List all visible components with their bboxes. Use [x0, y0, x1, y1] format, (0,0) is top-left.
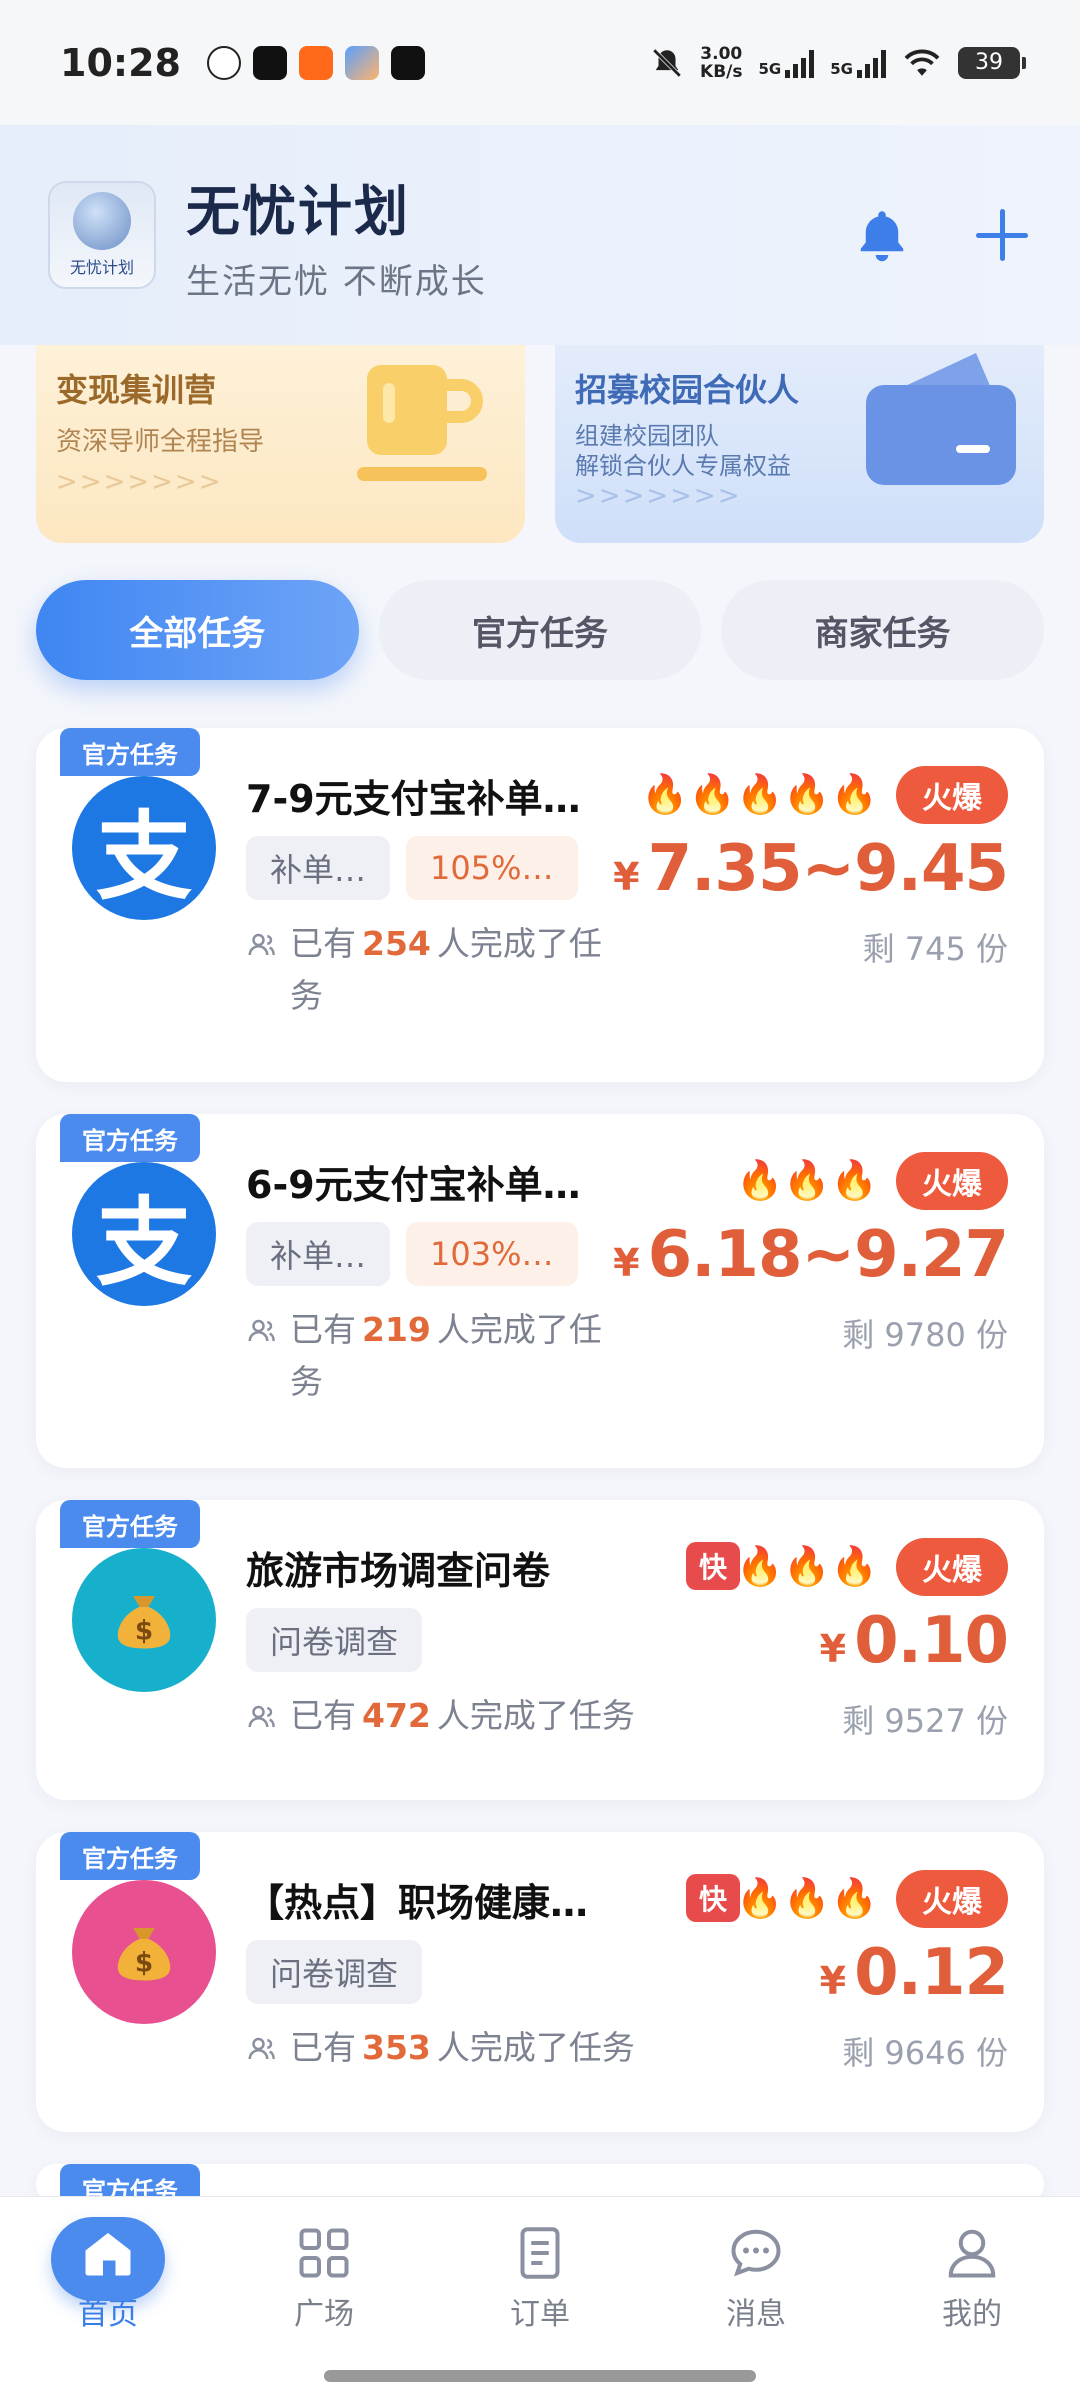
task-chip: 补单… [246, 836, 391, 900]
app-subtitle: 生活无忧 不断成长 [186, 262, 487, 302]
price: ¥0.12 [819, 1936, 1009, 2010]
tiktok-icon [252, 45, 287, 80]
flame-rating: 🔥🔥🔥 [736, 1158, 878, 1202]
flame-rating: 🔥🔥🔥 [736, 1876, 878, 1920]
users-icon [248, 933, 275, 956]
signal-2: 5G [830, 48, 886, 78]
completion-info: 已有 353 人完成了任务 [246, 2022, 635, 2074]
money-bag-avatar: $ [72, 1548, 216, 1692]
gesture-bar[interactable] [324, 2370, 756, 2382]
user-icon [948, 2229, 996, 2278]
grid-icon [299, 2228, 349, 2278]
app-icon [344, 45, 379, 80]
chat-icon [731, 2229, 781, 2277]
money-bag-avatar: $ [72, 1880, 216, 2024]
money-bag-icon: $ [117, 1595, 171, 1649]
hot-badge: 火爆 [896, 1538, 1008, 1596]
task-chip: 补单… [246, 1222, 391, 1286]
tiktok-icon-2 [390, 45, 425, 80]
alipay-icon: 支 [72, 1162, 216, 1306]
rebate-chip: 105%… [406, 836, 578, 900]
app-logo: 无忧计划 [48, 181, 156, 289]
remaining-count: 剩 9527 份 [842, 1702, 1008, 1740]
app-header: 无忧计划 无忧计划 生活无忧 不断成长 [0, 125, 1080, 345]
mute-bell-icon [652, 48, 682, 77]
task-chip: 问卷调查 [246, 1940, 423, 2004]
add-button[interactable] [972, 205, 1032, 265]
task-card[interactable]: 官方任务 $ 旅游市场调查问卷 快 问卷调查 已有 472 人完成了任务 🔥🔥🔥 火… [36, 1500, 1044, 1800]
price: ¥0.10 [819, 1604, 1009, 1678]
completion-info: 已有 254 人完成了任务 [246, 918, 666, 1022]
document-icon [520, 2227, 560, 2279]
money-bag-icon: $ [117, 1927, 171, 1981]
task-card[interactable]: 官方任务 支 6-9元支付宝补单… 补单… 103%… 已有 219 人完成了任务 … [36, 1114, 1044, 1468]
net-speed: 3.00 KB/s [700, 43, 743, 82]
price: ¥6.18~9.27 [613, 1218, 1009, 1292]
banner-training-camp[interactable]: 变现集训营 资深导师全程指导 >>>>>>> [36, 345, 525, 543]
task-card[interactable]: 官方任务 $ 【热点】职场健康… 快 问卷调查 已有 353 人完成了任务 🔥🔥🔥 … [36, 1832, 1044, 2132]
tab-official-tasks[interactable]: 官方任务 [378, 580, 702, 680]
official-tag: 官方任务 [60, 1500, 200, 1548]
task-title: 【热点】职场健康… [246, 1881, 589, 1925]
remaining-count: 剩 9646 份 [842, 2034, 1008, 2072]
tab-merchant-tasks[interactable]: 商家任务 [721, 580, 1045, 680]
nav-square[interactable]: 广场 [216, 2197, 432, 2347]
banner-campus-partner[interactable]: 招募校园合伙人 组建校园团队 解锁合伙人专属权益 >>>>>>> [555, 345, 1044, 543]
tab-all-tasks[interactable]: 全部任务 [36, 580, 359, 680]
official-tag: 官方任务 [60, 728, 200, 776]
users-icon [248, 1705, 275, 1728]
rebate-chip: 103%… [406, 1222, 578, 1286]
task-title: 6-9元支付宝补单… [246, 1163, 581, 1207]
task-title: 7-9元支付宝补单… [246, 777, 581, 821]
wallet-icon [866, 353, 1016, 485]
wifi-icon [904, 49, 940, 76]
qq-icon [206, 45, 241, 80]
completion-info: 已有 219 人完成了任务 [246, 1304, 666, 1408]
hot-badge: 火爆 [896, 1152, 1008, 1210]
status-bar: 10:28 3.00 KB/s 5G 5G 39 [0, 0, 1080, 125]
flame-rating: 🔥🔥🔥🔥🔥 [641, 772, 878, 816]
task-chip: 问卷调查 [246, 1608, 423, 1672]
quick-badge: 快 [686, 1542, 740, 1590]
flame-rating: 🔥🔥🔥 [736, 1544, 878, 1588]
task-card[interactable]: 官方任务 支 7-9元支付宝补单… 补单… 105%… 已有 254 人完成了任务 … [36, 728, 1044, 1082]
users-icon [248, 2037, 275, 2060]
nav-orders[interactable]: 订单 [432, 2197, 648, 2347]
notification-icons [206, 45, 425, 80]
nav-home[interactable]: 首页 [0, 2197, 216, 2347]
task-title: 旅游市场调查问卷 [246, 1549, 551, 1593]
bell-icon[interactable] [852, 205, 912, 265]
completion-info: 已有 472 人完成了任务 [246, 1690, 635, 1742]
nav-messages[interactable]: 消息 [648, 2197, 864, 2347]
battery-indicator: 39 [958, 46, 1026, 79]
price: ¥7.35~9.45 [613, 832, 1009, 906]
cup-icon [357, 365, 487, 481]
nav-profile[interactable]: 我的 [864, 2197, 1080, 2347]
home-icon [85, 2233, 131, 2276]
svg-text:$: $ [135, 1949, 153, 1979]
task-tabs: 全部任务 官方任务 商家任务 [36, 580, 1045, 680]
hot-badge: 火爆 [896, 766, 1008, 824]
taobao-icon [298, 45, 333, 80]
official-tag: 官方任务 [60, 1114, 200, 1162]
app-title: 无忧计划 [186, 180, 410, 243]
remaining-count: 剩 9780 份 [842, 1316, 1008, 1354]
promo-banners: 变现集训营 资深导师全程指导 >>>>>>> 招募校园合伙人 组建校园团队 解锁合… [36, 345, 1044, 543]
hot-badge: 火爆 [896, 1870, 1008, 1928]
quick-badge: 快 [686, 1874, 740, 1922]
users-icon [248, 1319, 275, 1342]
signal-1: 5G [759, 48, 815, 78]
official-tag: 官方任务 [60, 1832, 200, 1880]
alipay-icon: 支 [72, 776, 216, 920]
svg-text:$: $ [135, 1617, 153, 1647]
remaining-count: 剩 745 份 [862, 930, 1008, 968]
clock: 10:28 [60, 40, 181, 85]
